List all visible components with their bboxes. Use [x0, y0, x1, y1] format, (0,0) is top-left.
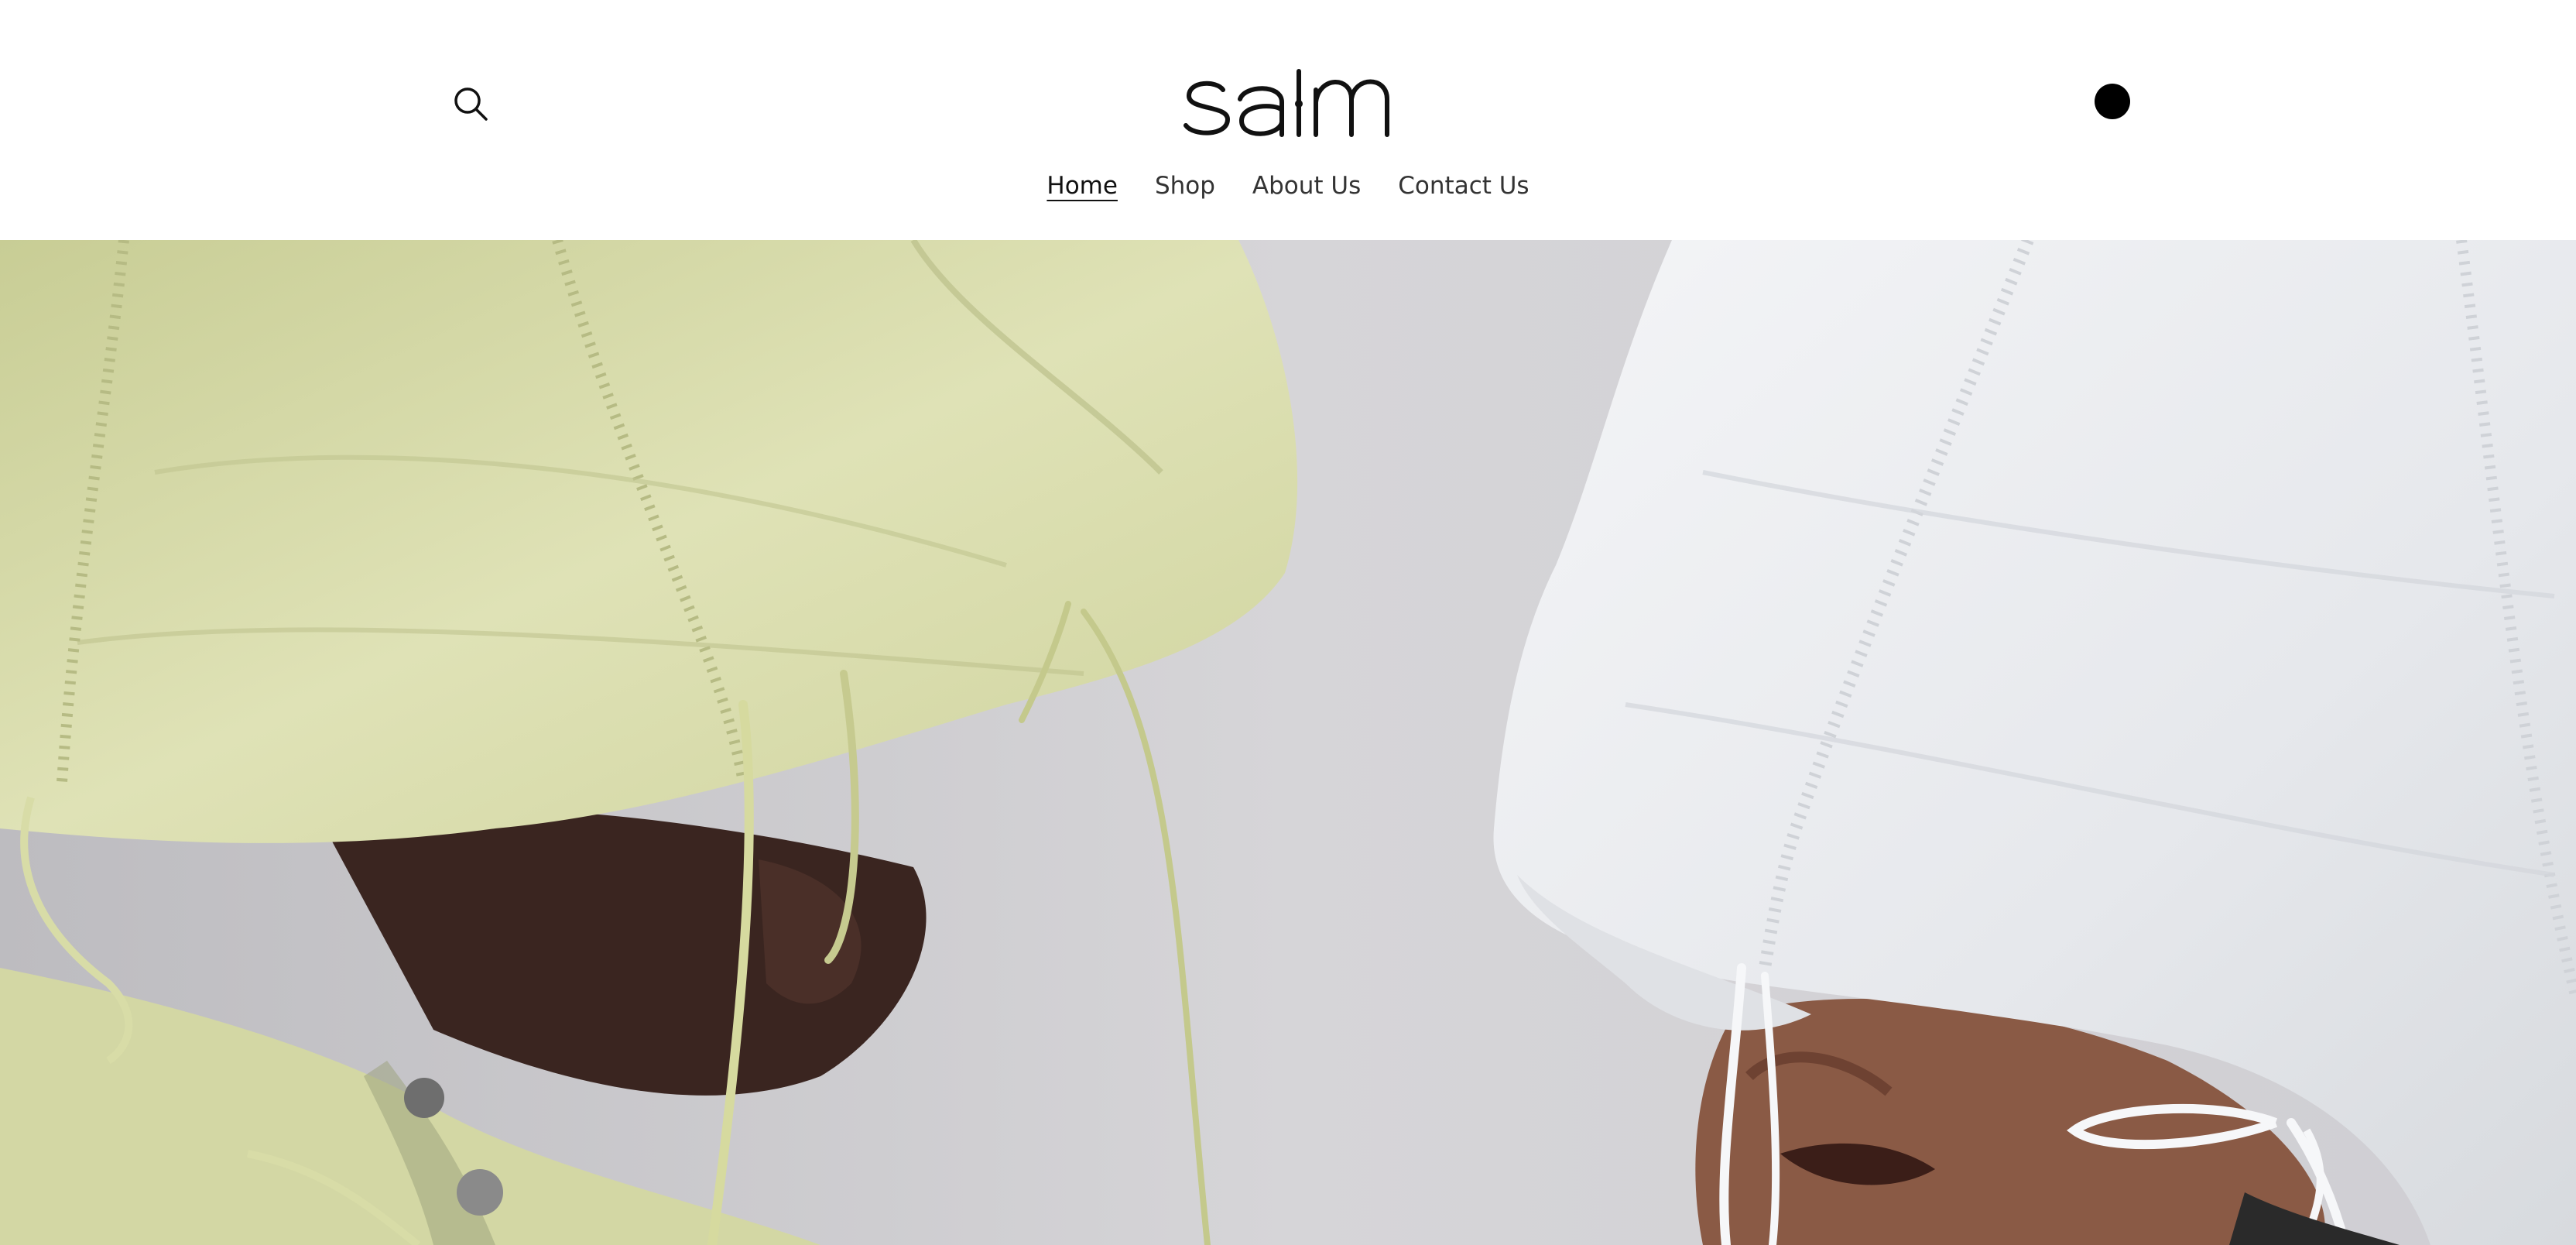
nav-contact-us[interactable]: Contact Us [1398, 166, 1529, 206]
search-button[interactable] [449, 82, 492, 125]
hero-photo [0, 240, 2576, 1245]
nav-shop[interactable]: Shop [1155, 166, 1215, 206]
site-header: Home Shop About Us Contact Us [0, 0, 2576, 240]
nav-about-us[interactable]: About Us [1252, 166, 1361, 206]
search-icon [454, 87, 488, 121]
main-nav: Home Shop About Us Contact Us [0, 166, 2576, 206]
brand-logo[interactable] [1183, 68, 1393, 139]
cart-button[interactable] [2095, 84, 2130, 119]
nav-home[interactable]: Home [1046, 166, 1118, 206]
hero-banner [0, 240, 2576, 1245]
